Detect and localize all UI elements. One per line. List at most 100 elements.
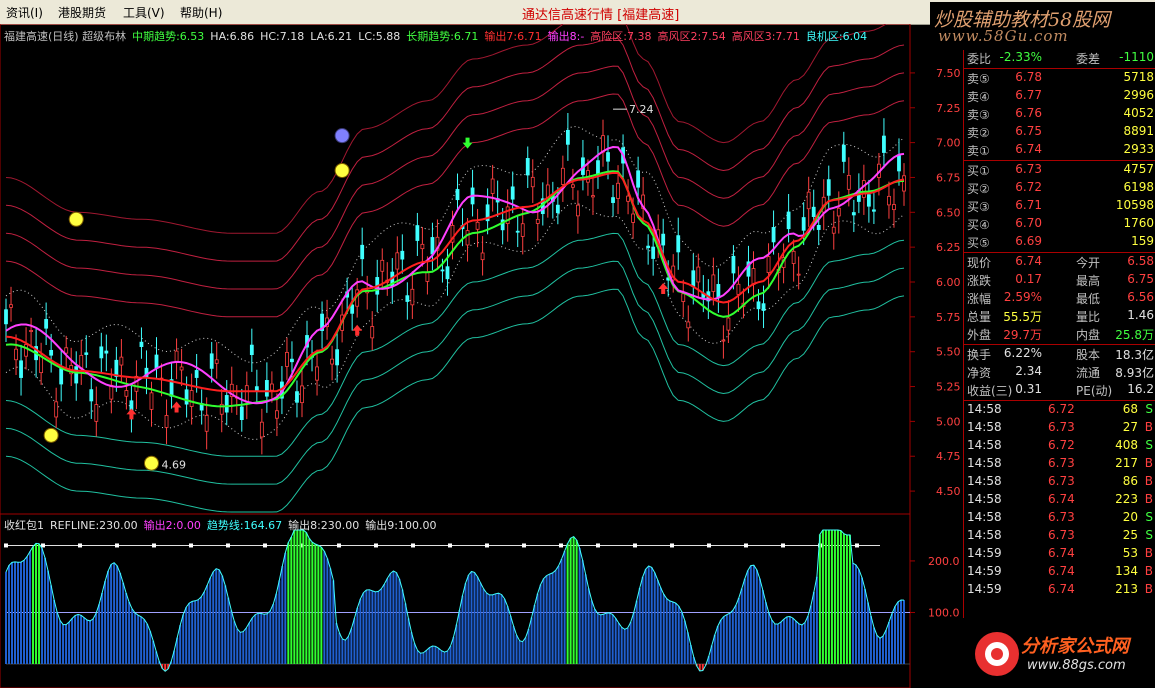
candle-body <box>831 226 836 234</box>
upper-band-line <box>5 24 888 234</box>
main-info-item-8: 输出8:- <box>547 30 585 43</box>
refline-marker <box>707 543 711 548</box>
candle-body <box>99 346 104 359</box>
candle-body <box>420 243 425 250</box>
candle-body <box>726 317 731 331</box>
ask-row: 卖③ 6.76 4052 <box>967 106 1154 122</box>
main-info-item-3: HC:7.18 <box>260 30 305 43</box>
candle-body <box>676 235 681 253</box>
sub-indicator-info: 收红包1 REFLINE:230.00 输出2:0.00 趋势线:164.67 输出8:… <box>4 517 442 533</box>
candle-body <box>124 390 129 397</box>
candle-body <box>89 389 94 402</box>
candle-body <box>104 350 109 354</box>
candle-body <box>661 233 666 246</box>
watermark-logo: 分析家公式网 www.88gs.com <box>963 618 1155 688</box>
candle-body <box>300 385 304 404</box>
upper-band-line <box>5 37 905 262</box>
refline-marker <box>411 543 415 548</box>
candle-body <box>791 250 796 264</box>
upper-band-line <box>5 65 905 290</box>
main-info-item-2: HA:6.86 <box>210 30 255 43</box>
price-axis-label: 7.25 <box>936 102 961 115</box>
tick-row: 14:59 6.74 213 B <box>967 582 1153 596</box>
candle-body <box>415 225 420 241</box>
candle-body <box>721 339 726 342</box>
menu-item-info[interactable]: 资讯(I) <box>6 4 43 21</box>
indicator-axis-label: 200.0 <box>928 555 960 568</box>
tick-row: 14:58 6.72 68 S <box>967 402 1153 416</box>
menu-item-help[interactable]: 帮助(H) <box>180 4 222 21</box>
watermark-url: www.88gs.com <box>1027 658 1126 673</box>
refline-marker <box>4 543 8 548</box>
candle-body <box>480 252 485 261</box>
candle-body <box>596 160 600 175</box>
candle-body <box>134 375 139 392</box>
indicator-info-item-3: 趋势线:164.67 <box>206 519 283 532</box>
candle-body <box>616 182 620 199</box>
bid-row: 买⑤ 6.69 159 <box>967 234 1154 250</box>
refline-marker <box>78 543 82 548</box>
price-axis-label: 6.50 <box>936 206 961 219</box>
kline-chart[interactable]: 7.50 7.25 7.00 6.75 6.50 6.25 6.00 5.75 5.50 5.25… <box>0 24 963 688</box>
candle-body <box>801 217 806 231</box>
candle-body <box>756 301 761 310</box>
candle-body <box>751 268 756 285</box>
refline-marker <box>522 543 526 548</box>
menu-item-tools[interactable]: 工具(V) <box>123 4 165 21</box>
candle-body <box>440 269 445 272</box>
candle-body <box>109 384 114 400</box>
candle-body <box>249 344 254 356</box>
price-axis-label: 7.50 <box>936 67 961 80</box>
candle-body <box>866 194 871 207</box>
candle-body <box>761 303 766 311</box>
high-annotation: 7.24 <box>629 103 654 116</box>
main-info-item-4: LA:6.21 <box>310 30 353 43</box>
ask-row: 卖⑤ 6.78 5718 <box>967 70 1154 86</box>
candle-body <box>239 406 244 421</box>
candle-body <box>826 179 831 196</box>
candle-body <box>892 204 896 211</box>
main-info-item-6: 长期趋势:6.71 <box>406 30 479 43</box>
candle-body <box>510 186 515 200</box>
stat-row: 总量 55.5万 量比 1.46 <box>967 308 1154 324</box>
candle-body <box>139 341 144 348</box>
candle-body <box>555 204 560 214</box>
price-axis-label: 6.25 <box>936 241 961 254</box>
indicator-info-item-1: REFLINE:230.00 <box>50 519 138 532</box>
candle-body <box>686 321 691 329</box>
candle-body <box>811 206 816 217</box>
candle-body <box>520 223 525 237</box>
bid-row: 买② 6.72 6198 <box>967 180 1154 196</box>
candle-body <box>290 358 294 363</box>
up-arrow-icon <box>352 324 363 336</box>
candle-body <box>74 366 79 384</box>
main-info-item-7: 输出7:6.71 <box>484 30 542 43</box>
indicator-info-item-4: 输出8:230.00 <box>288 519 360 532</box>
main-info-item-5: LC:5.88 <box>358 30 401 43</box>
menu-item-hk-futures[interactable]: 港股期货 <box>58 4 106 21</box>
candle-body <box>902 175 906 192</box>
smiley-icon <box>143 455 159 471</box>
price-axis-label: 5.50 <box>936 346 961 359</box>
candle-body <box>395 252 400 270</box>
candle-body <box>691 270 696 287</box>
candle-body <box>149 392 154 410</box>
candle-body <box>194 370 199 378</box>
candle-body <box>179 366 184 371</box>
window-title: 通达信高速行情 [福建高速] <box>522 8 680 23</box>
refline-marker <box>374 543 378 548</box>
candle-body <box>560 167 565 185</box>
candle-body <box>851 212 856 216</box>
price-axis-label: 5.75 <box>936 311 961 324</box>
tick-row: 14:58 6.73 86 B <box>967 474 1153 488</box>
red-trend-line <box>5 171 905 393</box>
tick-row: 14:58 6.73 25 S <box>967 528 1153 542</box>
candle-body <box>846 174 851 190</box>
refline-marker <box>189 543 193 548</box>
chart-area[interactable]: 7.50 7.25 7.00 6.75 6.50 6.25 6.00 5.75 5.50 5.25… <box>0 24 963 688</box>
candle-body <box>696 266 701 283</box>
candle-body <box>771 227 776 243</box>
price-axis-label: 5.00 <box>936 415 961 428</box>
main-info-item-9: 高险区:7.38 <box>590 30 652 43</box>
refline-marker <box>670 543 674 548</box>
